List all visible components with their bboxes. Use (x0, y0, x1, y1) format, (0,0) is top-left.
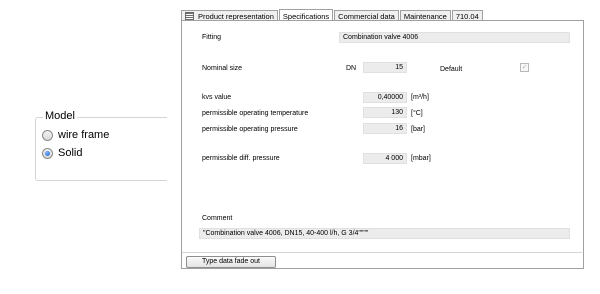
radio-button-selected-icon[interactable] (42, 147, 53, 159)
list-icon (185, 12, 194, 20)
radio-solid-label: Solid (58, 147, 83, 159)
fitting-label: Fitting (202, 34, 222, 41)
temperature-label: permissible operating temperature (202, 110, 309, 117)
kvs-field[interactable]: 0,40000 (363, 92, 407, 103)
temperature-field[interactable]: 130 (363, 107, 407, 118)
fitting-field[interactable]: Combination valve 4006 (339, 32, 570, 43)
temperature-unit: [°C] (411, 110, 423, 117)
comment-label: Comment (202, 215, 233, 222)
pressure-unit: [bar] (411, 126, 426, 133)
dn-label: DN (346, 65, 357, 72)
pressure-field[interactable]: 16 (363, 123, 407, 134)
specifications-content: Fitting Combination valve 4006 Nominal s… (182, 21, 582, 268)
comment-field[interactable]: "Combination valve 4006, DN15, 40-400 l/… (199, 228, 570, 239)
diff-pressure-label: permissible diff. pressure (202, 155, 280, 162)
model-legend: Model (43, 110, 77, 123)
kvs-label: kvs value (202, 94, 232, 101)
type-data-fade-out-button[interactable]: Type data fade out (186, 256, 276, 268)
dn-field[interactable]: 15 (363, 62, 407, 73)
footer-separator (182, 252, 582, 253)
diff-pressure-unit: [mbar] (411, 155, 431, 162)
radio-button-icon[interactable] (42, 129, 53, 141)
pressure-label: permissible operating pressure (202, 126, 298, 133)
radio-solid[interactable]: Solid (42, 146, 82, 160)
default-label: Default (440, 66, 463, 73)
radio-wire-frame[interactable]: wire frame (42, 128, 109, 142)
diff-pressure-field[interactable]: 4 000 (363, 153, 407, 164)
default-checkbox[interactable]: ✓ (520, 63, 529, 72)
kvs-unit: [m³/h] (411, 94, 429, 101)
nominal-size-label: Nominal size (202, 65, 243, 72)
radio-wire-frame-label: wire frame (58, 129, 110, 141)
